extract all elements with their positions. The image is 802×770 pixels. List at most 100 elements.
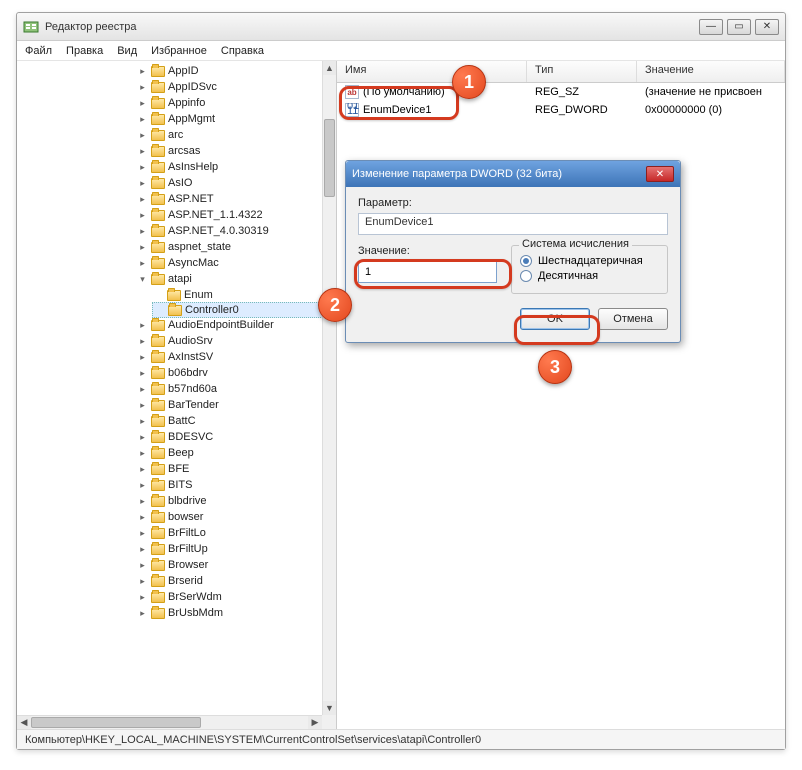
tree-node[interactable]: ▸b06bdrv (137, 365, 322, 381)
expand-icon[interactable]: ▸ (137, 592, 148, 603)
tree-node[interactable]: ▾atapi (137, 271, 322, 287)
value-input[interactable] (358, 261, 497, 283)
expand-icon[interactable]: ▸ (137, 576, 148, 587)
tree-node[interactable]: ▸AppID (137, 63, 322, 79)
expand-icon[interactable]: ▸ (137, 146, 148, 157)
menu-favorites[interactable]: Избранное (151, 45, 207, 57)
collapse-icon[interactable]: ▾ (137, 274, 148, 285)
expand-icon[interactable]: ▸ (137, 560, 148, 571)
tree-node[interactable]: ▸Browser (137, 557, 322, 573)
expand-icon[interactable]: ▸ (137, 130, 148, 141)
scroll-thumb[interactable] (324, 119, 335, 197)
dialog-titlebar[interactable]: Изменение параметра DWORD (32 бита) ✕ (346, 161, 680, 187)
expand-icon[interactable]: ▸ (137, 608, 148, 619)
expand-icon[interactable]: ▸ (137, 416, 148, 427)
column-data[interactable]: Значение (637, 61, 785, 82)
param-name-field[interactable]: EnumDevice1 (358, 213, 668, 235)
tree-node[interactable]: ▸aspnet_state (137, 239, 322, 255)
tree-node[interactable]: ▸BrSerWdm (137, 589, 322, 605)
tree-node[interactable]: ▸BrFiltUp (137, 541, 322, 557)
tree-node[interactable]: ▸AudioEndpointBuilder (137, 317, 322, 333)
tree-node[interactable]: ▸AxInstSV (137, 349, 322, 365)
titlebar[interactable]: Редактор реестра — ▭ ✕ (17, 13, 785, 41)
menu-help[interactable]: Справка (221, 45, 264, 57)
expand-icon[interactable]: ▸ (137, 210, 148, 221)
expand-icon[interactable]: ▸ (137, 352, 148, 363)
tree-node[interactable]: ▸BITS (137, 477, 322, 493)
expand-icon[interactable]: ▸ (137, 114, 148, 125)
scroll-right-icon[interactable]: ▶ (308, 716, 322, 729)
tree-node[interactable]: ▸AppIDSvc (137, 79, 322, 95)
expand-icon[interactable]: ▸ (137, 544, 148, 555)
ok-button[interactable]: OK (520, 308, 590, 330)
expand-icon[interactable]: ▸ (137, 258, 148, 269)
value-row-default[interactable]: ab(По умолчанию) REG_SZ (значение не при… (337, 83, 785, 101)
value-row-enumdevice1[interactable]: 011110EnumDevice1 REG_DWORD 0x00000000 (… (337, 101, 785, 119)
expand-icon[interactable]: ▸ (137, 162, 148, 173)
cancel-button[interactable]: Отмена (598, 308, 668, 330)
expand-icon[interactable]: ▸ (137, 194, 148, 205)
expand-icon[interactable]: ▸ (137, 336, 148, 347)
tree-node[interactable]: ▸ASP.NET (137, 191, 322, 207)
tree-node[interactable]: ▸b57nd60a (137, 381, 322, 397)
tree-node[interactable]: ▸BrUsbMdm (137, 605, 322, 621)
tree-vertical-scrollbar[interactable]: ▲ ▼ (322, 61, 336, 715)
expand-icon[interactable]: ▸ (137, 464, 148, 475)
tree-node[interactable]: ▸AudioSrv (137, 333, 322, 349)
dialog-close-button[interactable]: ✕ (646, 166, 674, 182)
menu-file[interactable]: Файл (25, 45, 52, 57)
tree-node[interactable]: ▸AsIO (137, 175, 322, 191)
expand-icon[interactable]: ▸ (137, 400, 148, 411)
tree-horizontal-scrollbar[interactable]: ◀ ▶ (17, 715, 322, 729)
scroll-thumb-h[interactable] (31, 717, 201, 728)
column-type[interactable]: Тип (527, 61, 637, 82)
tree-node[interactable]: ▸AsInsHelp (137, 159, 322, 175)
tree-node[interactable]: ▸BattC (137, 413, 322, 429)
tree-node[interactable]: ▸AsyncMac (137, 255, 322, 271)
tree-node[interactable]: ▸BDESVC (137, 429, 322, 445)
scroll-left-icon[interactable]: ◀ (17, 716, 31, 729)
tree-node[interactable]: ▸blbdrive (137, 493, 322, 509)
radio-decimal[interactable]: Десятичная (520, 270, 659, 282)
close-button[interactable]: ✕ (755, 19, 779, 35)
scroll-down-icon[interactable]: ▼ (323, 701, 336, 715)
expand-icon[interactable]: ▸ (137, 178, 148, 189)
tree-node[interactable]: ▸BarTender (137, 397, 322, 413)
expand-icon[interactable]: ▸ (137, 480, 148, 491)
tree-node[interactable]: ▸Brserid (137, 573, 322, 589)
expand-icon[interactable]: ▸ (137, 98, 148, 109)
tree-node[interactable]: ▸arcsas (137, 143, 322, 159)
expand-icon[interactable]: ▸ (137, 226, 148, 237)
expand-icon[interactable]: ▸ (137, 432, 148, 443)
tree-node[interactable]: ▸Appinfo (137, 95, 322, 111)
column-name[interactable]: Имя (337, 61, 527, 82)
tree-node[interactable]: ▸arc (137, 127, 322, 143)
scroll-up-icon[interactable]: ▲ (323, 61, 336, 75)
expand-icon[interactable]: ▸ (137, 384, 148, 395)
tree-node[interactable]: ▸AppMgmt (137, 111, 322, 127)
expand-icon[interactable]: ▸ (137, 82, 148, 93)
tree-node[interactable]: Enum (153, 287, 322, 303)
maximize-button[interactable]: ▭ (727, 19, 751, 35)
tree-node[interactable]: ▸bowser (137, 509, 322, 525)
tree-node[interactable]: ▸BrFiltLo (137, 525, 322, 541)
tree-node[interactable]: ▸ASP.NET_1.1.4322 (137, 207, 322, 223)
minimize-button[interactable]: — (699, 19, 723, 35)
expand-icon[interactable]: ▸ (137, 512, 148, 523)
expand-icon[interactable]: ▸ (137, 528, 148, 539)
radio-hexadecimal[interactable]: Шестнадцатеричная (520, 255, 659, 267)
tree-node[interactable]: ▸Beep (137, 445, 322, 461)
tree-node[interactable]: Controller0 (152, 302, 322, 318)
menu-view[interactable]: Вид (117, 45, 137, 57)
registry-tree[interactable]: ▸AppID▸AppIDSvc▸Appinfo▸AppMgmt▸arc▸arcs… (17, 61, 322, 715)
menu-edit[interactable]: Правка (66, 45, 103, 57)
expand-icon[interactable]: ▸ (137, 448, 148, 459)
tree-node[interactable]: ▸ASP.NET_4.0.30319 (137, 223, 322, 239)
expand-icon[interactable]: ▸ (137, 320, 148, 331)
folder-icon (151, 320, 165, 331)
expand-icon[interactable]: ▸ (137, 368, 148, 379)
expand-icon[interactable]: ▸ (137, 66, 148, 77)
tree-node[interactable]: ▸BFE (137, 461, 322, 477)
expand-icon[interactable]: ▸ (137, 496, 148, 507)
expand-icon[interactable]: ▸ (137, 242, 148, 253)
